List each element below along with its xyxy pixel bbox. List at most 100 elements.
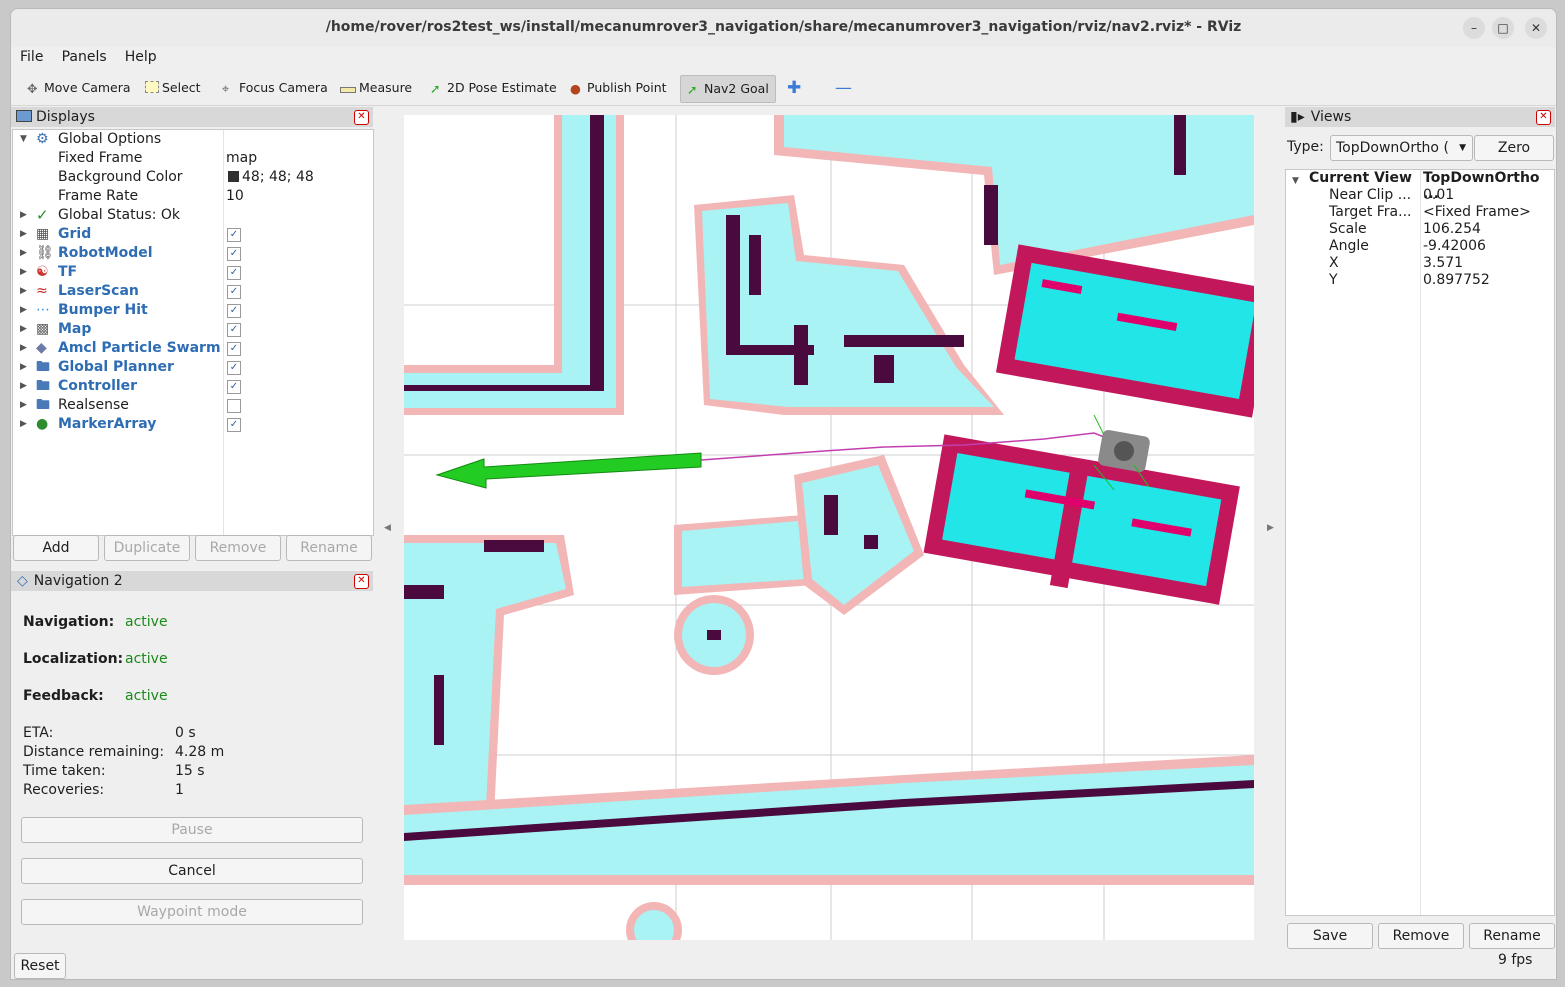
display-item-map[interactable]: ▶ ▩ Map ✓ xyxy=(13,320,373,339)
move-camera-tool[interactable]: ✥ Move Camera xyxy=(21,75,137,101)
checkmark-icon: ✓ xyxy=(36,206,49,224)
camera-icon: ▮▸ xyxy=(1290,109,1305,125)
enable-checkbox[interactable] xyxy=(227,399,241,413)
minimize-button[interactable]: – xyxy=(1463,17,1485,39)
duplicate-display-button[interactable]: Duplicate xyxy=(104,535,190,561)
views-tree: ▼ Current View TopDownOrtho ... Near Cli… xyxy=(1285,169,1555,916)
ruler-icon xyxy=(340,87,356,93)
display-item-robotmodel[interactable]: ▶ ⛓ RobotModel ✓ xyxy=(13,244,373,263)
window-title: /home/rover/ros2test_ws/install/mecanumr… xyxy=(325,19,1242,35)
enable-checkbox[interactable]: ✓ xyxy=(227,418,241,432)
pause-button[interactable]: Pause xyxy=(21,817,363,843)
current-view-label: Current View xyxy=(1309,170,1412,186)
nav2-goal-tool[interactable]: ➚ Nav2 Goal xyxy=(680,75,776,103)
display-item-markerarray[interactable]: ▶ ● MarkerArray ✓ xyxy=(13,415,373,434)
close-views-panel-icon[interactable]: ✕ xyxy=(1536,110,1551,125)
display-item-grid[interactable]: ▶ ▦ Grid ✓ xyxy=(13,225,373,244)
robot-model-icon: ⛓ xyxy=(36,245,54,261)
publish-point-tool[interactable]: ● Publish Point xyxy=(564,75,673,101)
select-icon xyxy=(145,81,159,93)
enable-checkbox[interactable]: ✓ xyxy=(227,228,241,242)
maximize-button[interactable]: □ xyxy=(1492,17,1514,39)
display-item-realsense[interactable]: ▶ 🖿 Realsense xyxy=(13,396,373,415)
fixed-frame-row[interactable]: Fixed Frame map xyxy=(13,149,373,168)
pose-estimate-tool[interactable]: ➚ 2D Pose Estimate xyxy=(424,75,563,101)
expand-arrow-icon[interactable]: ▶ xyxy=(20,377,27,396)
move-camera-icon: ✥ xyxy=(27,81,38,96)
close-nav2-panel-icon[interactable]: ✕ xyxy=(354,574,369,589)
global-options-row[interactable]: ▼ ⚙ Global Options xyxy=(13,130,373,149)
tool-bar: ✥ Move Camera Select ⌖ Focus Camera Measur… xyxy=(11,71,1556,106)
remove-display-button[interactable]: Remove xyxy=(195,535,281,561)
add-tool-icon[interactable]: ✚ xyxy=(781,75,807,101)
rename-display-button[interactable]: Rename xyxy=(286,535,372,561)
expand-arrow-icon[interactable]: ▶ xyxy=(20,320,27,339)
time-taken-row: Time taken: 15 s xyxy=(23,763,205,779)
focus-camera-tool[interactable]: ⌖ Focus Camera xyxy=(216,75,334,101)
expand-arrow-icon[interactable]: ▶ xyxy=(20,263,27,282)
title-bar: /home/rover/ros2test_ws/install/mecanumr… xyxy=(11,9,1556,48)
save-view-button[interactable]: Save xyxy=(1287,923,1373,949)
rename-view-button[interactable]: Rename xyxy=(1469,923,1555,949)
display-item-bumper-hit[interactable]: ▶ ⋯ Bumper Hit ✓ xyxy=(13,301,373,320)
expand-arrow-icon[interactable]: ▶ xyxy=(20,206,27,225)
display-item-global-planner[interactable]: ▶ 🖿 Global Planner ✓ xyxy=(13,358,373,377)
expand-arrow-icon[interactable]: ▶ xyxy=(20,225,27,244)
menu-help[interactable]: Help xyxy=(116,47,162,65)
views-panel-header: ▮▸ Views ✕ xyxy=(1285,107,1555,127)
laser-scan-icon: ≈ xyxy=(36,283,48,299)
enable-checkbox[interactable]: ✓ xyxy=(227,323,241,337)
color-swatch xyxy=(228,171,239,182)
navigation-status: Navigation: active xyxy=(23,614,168,630)
view-type-select[interactable]: TopDownOrtho (▼ xyxy=(1330,135,1473,161)
background-color-row[interactable]: Background Color 48; 48; 48 xyxy=(13,168,373,187)
render-viewport[interactable] xyxy=(404,115,1254,940)
collapse-left-icon[interactable]: ◀ xyxy=(384,523,391,533)
expand-arrow-icon[interactable]: ▶ xyxy=(20,282,27,301)
collapse-right-icon[interactable]: ▶ xyxy=(1267,523,1274,533)
close-displays-panel-icon[interactable]: ✕ xyxy=(354,110,369,125)
display-item-tf[interactable]: ▶ ☯ TF ✓ xyxy=(13,263,373,282)
expand-arrow-icon[interactable]: ▶ xyxy=(20,244,27,263)
reset-button[interactable]: Reset xyxy=(14,953,66,979)
recoveries-row: Recoveries: 1 xyxy=(23,782,184,798)
waypoint-mode-button[interactable]: Waypoint mode xyxy=(21,899,363,925)
enable-checkbox[interactable]: ✓ xyxy=(227,266,241,280)
view-type-label: Type: xyxy=(1287,139,1324,155)
enable-checkbox[interactable]: ✓ xyxy=(227,247,241,261)
close-button[interactable]: ✕ xyxy=(1525,17,1547,39)
localization-status: Localization: active xyxy=(23,651,168,667)
folder-icon: 🖿 xyxy=(36,378,50,394)
expand-arrow-icon[interactable]: ▶ xyxy=(20,396,27,415)
expand-arrow-icon[interactable]: ▼ xyxy=(20,130,27,149)
display-item-laserscan[interactable]: ▶ ≈ LaserScan ✓ xyxy=(13,282,373,301)
tf-icon: ☯ xyxy=(36,264,49,280)
enable-checkbox[interactable]: ✓ xyxy=(227,285,241,299)
expand-arrow-icon[interactable]: ▶ xyxy=(20,415,27,434)
expand-arrow-icon[interactable]: ▶ xyxy=(20,301,27,320)
remove-view-button[interactable]: Remove xyxy=(1378,923,1464,949)
expand-arrow-icon[interactable]: ▶ xyxy=(20,358,27,377)
enable-checkbox[interactable]: ✓ xyxy=(227,380,241,394)
nav2-panel-header: ◇ Navigation 2 ✕ xyxy=(11,571,373,591)
marker-array-icon: ● xyxy=(36,416,49,432)
cancel-button[interactable]: Cancel xyxy=(21,858,363,884)
display-item-controller[interactable]: ▶ 🖿 Controller ✓ xyxy=(13,377,373,396)
zero-button[interactable]: Zero xyxy=(1474,135,1554,161)
map-pin-icon: ● xyxy=(570,81,581,96)
remove-tool-icon[interactable]: — xyxy=(829,75,858,101)
expand-arrow-icon[interactable]: ▼ xyxy=(1292,171,1299,187)
enable-checkbox[interactable]: ✓ xyxy=(227,342,241,356)
global-status-row[interactable]: ▶ ✓ Global Status: Ok xyxy=(13,206,373,225)
menu-file[interactable]: File xyxy=(11,47,48,65)
display-item-amcl-particle-swarm[interactable]: ▶ ◆ Amcl Particle Swarm ✓ xyxy=(13,339,373,358)
select-tool[interactable]: Select xyxy=(139,75,207,101)
enable-checkbox[interactable]: ✓ xyxy=(227,361,241,375)
enable-checkbox[interactable]: ✓ xyxy=(227,304,241,318)
add-display-button[interactable]: Add xyxy=(13,535,99,561)
expand-arrow-icon[interactable]: ▶ xyxy=(20,339,27,358)
menu-panels[interactable]: Panels xyxy=(53,47,112,65)
measure-tool[interactable]: Measure xyxy=(334,75,418,101)
gear-icon: ⚙ xyxy=(36,131,49,147)
frame-rate-row[interactable]: Frame Rate 10 xyxy=(13,187,373,206)
